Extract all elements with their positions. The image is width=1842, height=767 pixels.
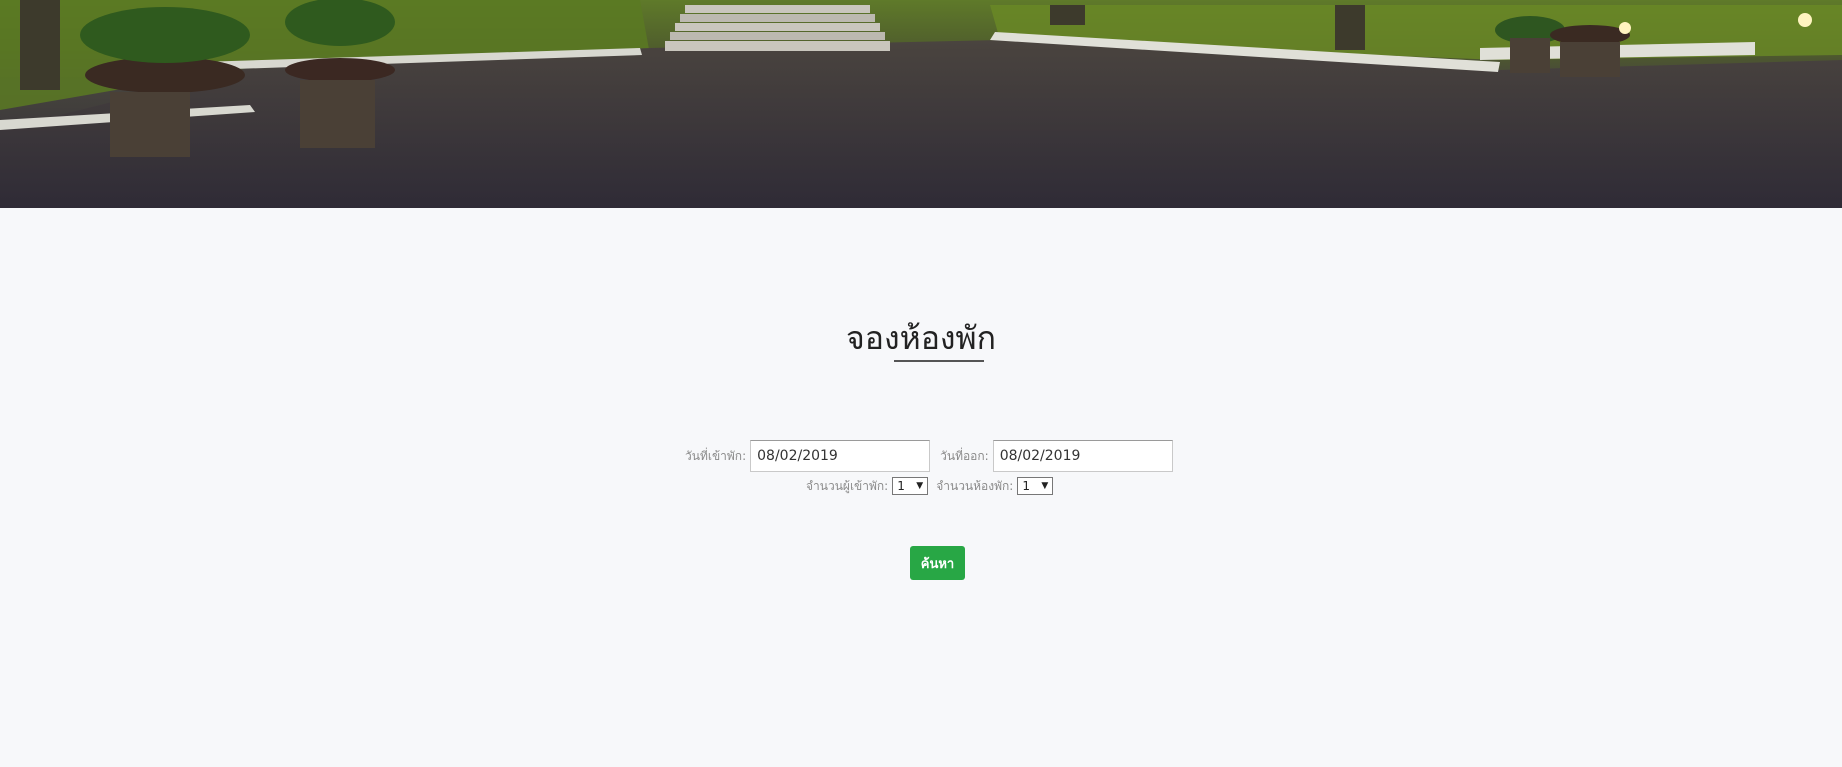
guests-label: จำนวนผู้เข้าพัก:	[806, 478, 889, 493]
search-button[interactable]: ค้นหา	[910, 546, 965, 580]
checkin-date-input[interactable]	[750, 440, 931, 472]
guests-select[interactable]: 1 ▼	[892, 477, 929, 495]
rooms-label: จำนวนห้องพัก:	[936, 478, 1014, 493]
title-underline	[894, 360, 984, 362]
hero-image	[0, 0, 1842, 208]
page-title: จองห้องพัก	[846, 319, 996, 357]
chevron-down-icon: ▼	[916, 481, 924, 491]
hero-banner	[0, 0, 1842, 208]
quantity-row: จำนวนผู้เข้าพัก: 1 ▼ จำนวนห้องพัก: 1 ▼	[806, 475, 1057, 497]
checkin-label: วันที่เข้าพัก:	[685, 448, 747, 463]
checkout-date-input[interactable]	[992, 440, 1173, 472]
rooms-select[interactable]: 1 ▼	[1017, 477, 1054, 495]
checkout-label: วันที่ออก:	[940, 448, 989, 463]
chevron-down-icon: ▼	[1041, 481, 1049, 491]
booking-section: จองห้องพัก วันที่เข้าพัก: วันที่ออก: จำน…	[0, 208, 1842, 767]
date-row: วันที่เข้าพัก: วันที่ออก:	[685, 438, 1179, 474]
guests-select-value: 1	[897, 479, 905, 493]
rooms-select-value: 1	[1022, 479, 1030, 493]
